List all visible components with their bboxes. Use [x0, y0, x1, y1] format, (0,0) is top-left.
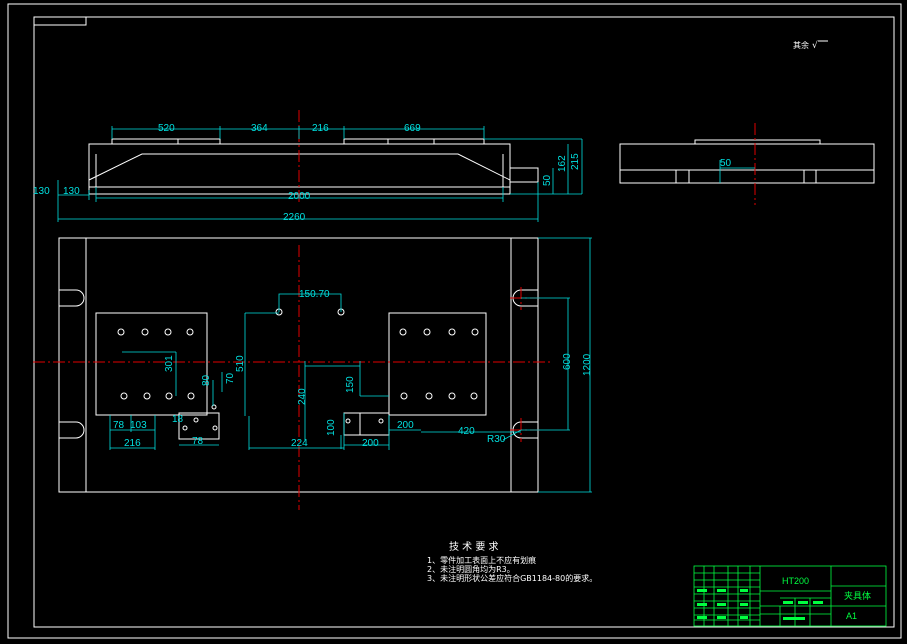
- part-name: 夹具体: [844, 590, 871, 602]
- dim-240: 240: [297, 388, 308, 405]
- tech-req-item-1: 1、零件加工表面上不应有划痕: [427, 555, 536, 565]
- cad-drawing: 其余 √ 520 364 216 669 130 130 2000 2260 5…: [7, 3, 902, 639]
- dim-600: 600: [562, 353, 573, 370]
- dim-216-top: 216: [312, 123, 329, 134]
- sheet-size: A1: [846, 611, 857, 621]
- dim-100: 100: [326, 419, 337, 436]
- side-view: 50: [619, 123, 875, 205]
- dim-520: 520: [158, 123, 175, 134]
- dim-150: 150: [345, 376, 356, 393]
- tech-req-item-2: 2、未注明圆角均为R3。: [427, 564, 515, 574]
- drawing-number-box: [33, 16, 87, 26]
- dim-150-70: 150.70: [299, 289, 330, 300]
- dim-2260: 2260: [283, 212, 306, 223]
- dim-224: 224: [291, 438, 308, 449]
- dim-364: 364: [251, 123, 268, 134]
- dim-80: 80: [201, 374, 212, 386]
- top-view-centerlines: [33, 245, 552, 510]
- dim-301: 301: [164, 355, 175, 372]
- tech-req-title: 技 术 要 求: [449, 540, 499, 553]
- dim-200-b: 200: [397, 420, 414, 431]
- dim-216-bottom: 216: [124, 438, 141, 449]
- dim-78-b: 78: [192, 436, 204, 447]
- dim-200-a: 200: [362, 438, 379, 449]
- dim-50-front: 50: [542, 174, 553, 186]
- dim-78-a: 78: [113, 420, 125, 431]
- roughness-note: 其余 √: [793, 40, 828, 51]
- top-dimensions: [109, 237, 592, 493]
- dim-420: 420: [458, 426, 475, 437]
- dim-510: 510: [235, 355, 246, 372]
- technical-requirements: 技 术 要 求 1、零件加工表面上不应有划痕 2、未注明圆角均为R3。 3、未注…: [427, 540, 597, 583]
- material-label: HT200: [782, 576, 809, 586]
- dim-215: 215: [570, 153, 581, 170]
- dim-162: 162: [557, 155, 568, 172]
- tech-req-item-3: 3、未注明形状公差应符合GB1184-80的要求。: [427, 573, 597, 583]
- dim-103: 103: [130, 420, 147, 431]
- dim-130-left: 130: [33, 186, 50, 197]
- front-dim-labels: 520 364 216 669 130 130 2000 2260 50 162…: [33, 123, 581, 223]
- svg-text:√: √: [812, 40, 818, 51]
- dim-18: 18: [172, 414, 184, 425]
- dim-70: 70: [225, 372, 236, 384]
- sheet-inner-border: [33, 16, 895, 628]
- dim-50-side: 50: [720, 158, 732, 169]
- dim-2000: 2000: [288, 191, 311, 202]
- svg-text:其余: 其余: [793, 40, 809, 50]
- dim-130-inner: 130: [63, 186, 80, 197]
- dim-r30: R30: [487, 434, 506, 445]
- dim-1200: 1200: [582, 353, 593, 376]
- dim-669: 669: [404, 123, 421, 134]
